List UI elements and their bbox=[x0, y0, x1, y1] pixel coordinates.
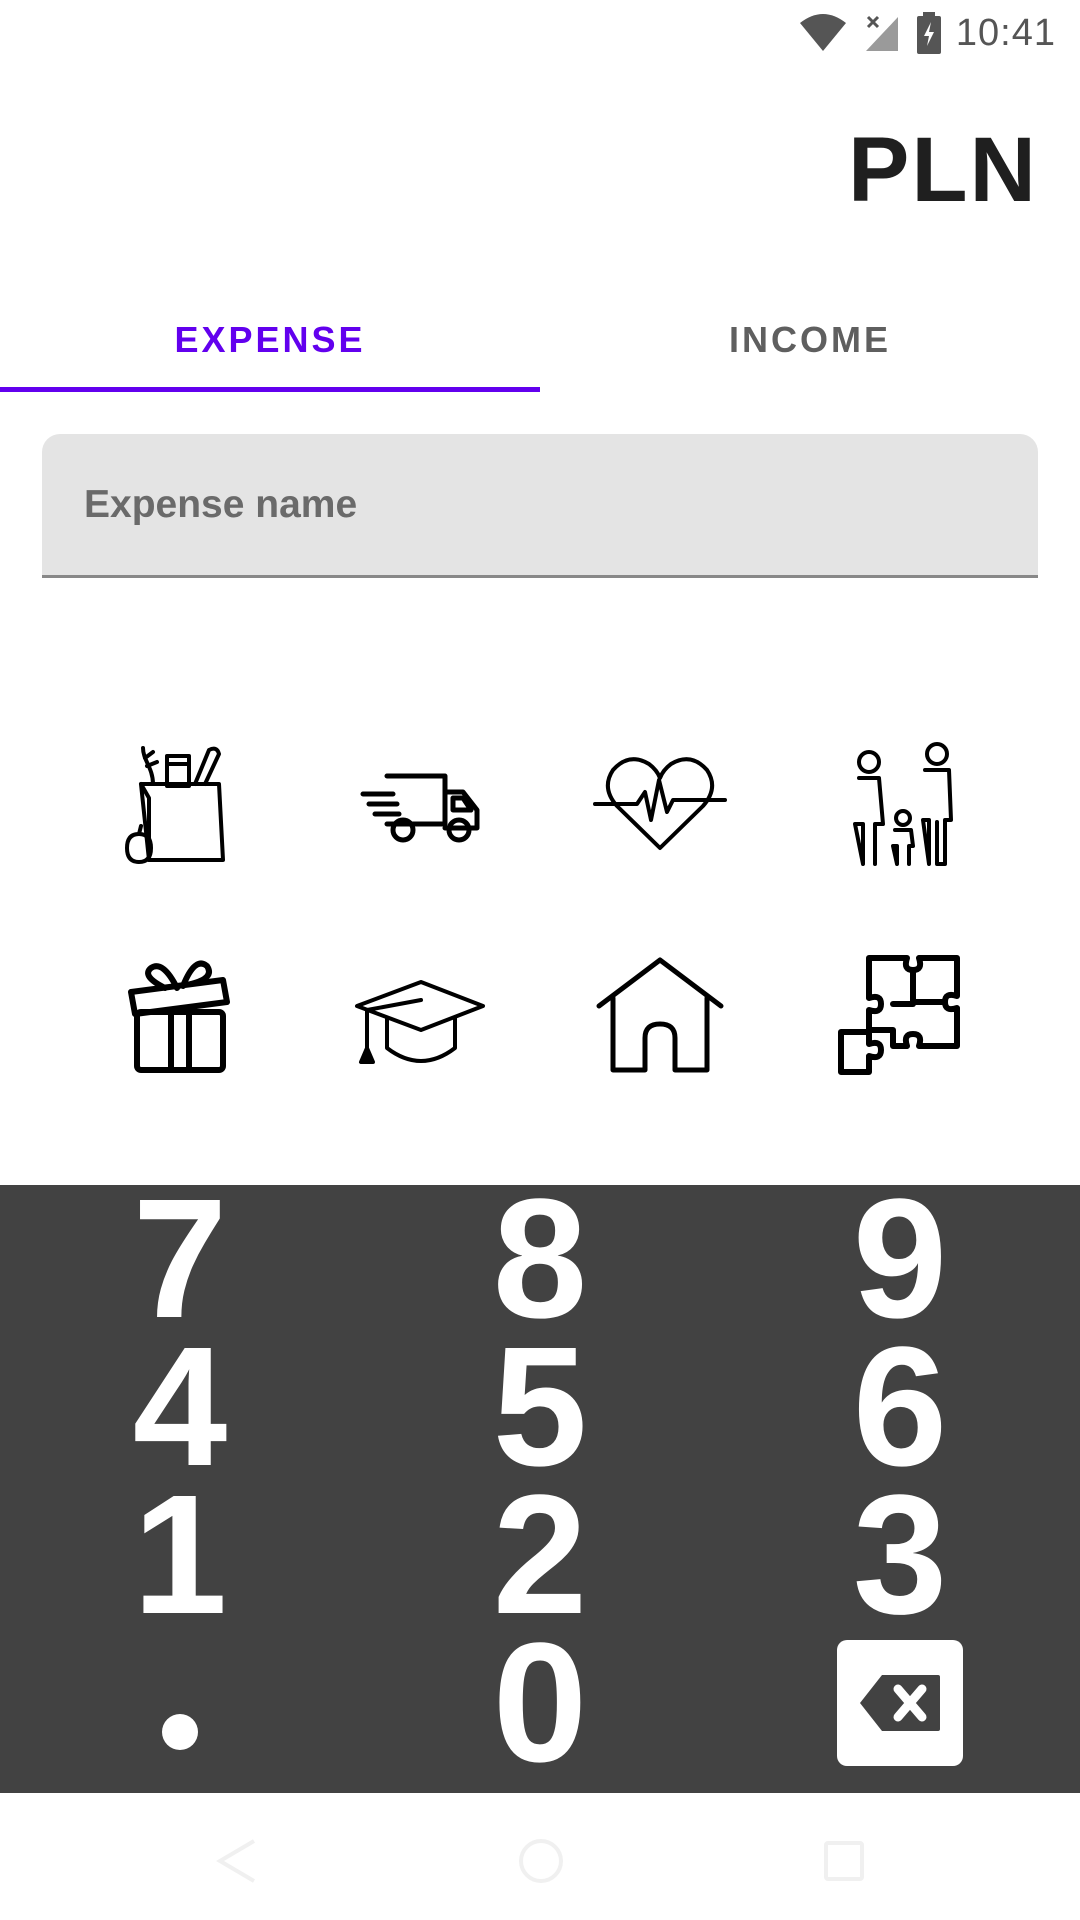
family-icon bbox=[853, 742, 953, 866]
delivery-truck-icon bbox=[360, 773, 480, 843]
home-icon bbox=[596, 957, 724, 1073]
wifi-icon bbox=[799, 14, 846, 51]
category-grid bbox=[0, 700, 1080, 1120]
health-heart-icon bbox=[593, 757, 727, 850]
decimal-dot-icon bbox=[162, 1714, 198, 1750]
key-6[interactable]: 6 bbox=[720, 1322, 1080, 1492]
key-decimal-point[interactable] bbox=[0, 1629, 360, 1777]
tab-income[interactable]: INCOME bbox=[540, 290, 1080, 390]
category-health[interactable] bbox=[540, 700, 780, 910]
expense-name-field bbox=[42, 434, 1038, 578]
category-other[interactable] bbox=[780, 910, 1020, 1120]
graduation-cap-icon bbox=[355, 980, 485, 1064]
key-0[interactable]: 0 bbox=[360, 1618, 720, 1788]
category-home[interactable] bbox=[540, 910, 780, 1120]
recents-icon[interactable] bbox=[822, 1837, 866, 1885]
currency-label[interactable]: PLN bbox=[848, 118, 1038, 223]
groceries-icon bbox=[125, 746, 225, 864]
status-time: 10:41 bbox=[955, 11, 1056, 54]
gift-icon bbox=[128, 960, 230, 1073]
key-9[interactable]: 9 bbox=[720, 1174, 1080, 1344]
key-backspace[interactable] bbox=[720, 1629, 1080, 1777]
status-bar: 10:41 bbox=[0, 0, 1080, 66]
backspace-icon bbox=[837, 1640, 963, 1766]
key-7[interactable]: 7 bbox=[0, 1174, 360, 1344]
key-1[interactable]: 1 bbox=[0, 1470, 360, 1640]
no-signal-icon bbox=[865, 15, 898, 51]
tab-bar: EXPENSE INCOME bbox=[0, 290, 1080, 392]
home-nav-icon[interactable] bbox=[518, 1837, 564, 1885]
category-delivery[interactable] bbox=[300, 700, 540, 910]
key-2[interactable]: 2 bbox=[360, 1470, 720, 1640]
key-3[interactable]: 3 bbox=[720, 1470, 1080, 1640]
numeric-keypad: 7 8 9 4 5 6 1 2 3 0 bbox=[0, 1174, 1080, 1793]
tab-expense[interactable]: EXPENSE bbox=[0, 290, 540, 392]
key-8[interactable]: 8 bbox=[360, 1174, 720, 1344]
category-family[interactable] bbox=[780, 700, 1020, 910]
battery-charging-icon bbox=[916, 12, 941, 54]
keypad-row: 1 2 3 bbox=[0, 1470, 1080, 1640]
status-icons: 10:41 bbox=[798, 10, 1056, 56]
puzzle-icon bbox=[838, 955, 960, 1075]
category-row bbox=[0, 700, 1080, 910]
category-groceries[interactable] bbox=[60, 700, 300, 910]
key-4[interactable]: 4 bbox=[0, 1322, 360, 1492]
keypad-row: 0 bbox=[0, 1618, 1080, 1788]
category-education[interactable] bbox=[300, 910, 540, 1120]
keypad-row: 4 5 6 bbox=[0, 1322, 1080, 1492]
navigation-bar bbox=[0, 1793, 1080, 1920]
category-row bbox=[0, 910, 1080, 1120]
expense-name-input[interactable] bbox=[42, 434, 1038, 575]
keypad-row: 7 8 9 bbox=[0, 1174, 1080, 1344]
back-icon[interactable] bbox=[214, 1837, 258, 1885]
key-5[interactable]: 5 bbox=[360, 1322, 720, 1492]
category-gift[interactable] bbox=[60, 910, 300, 1120]
